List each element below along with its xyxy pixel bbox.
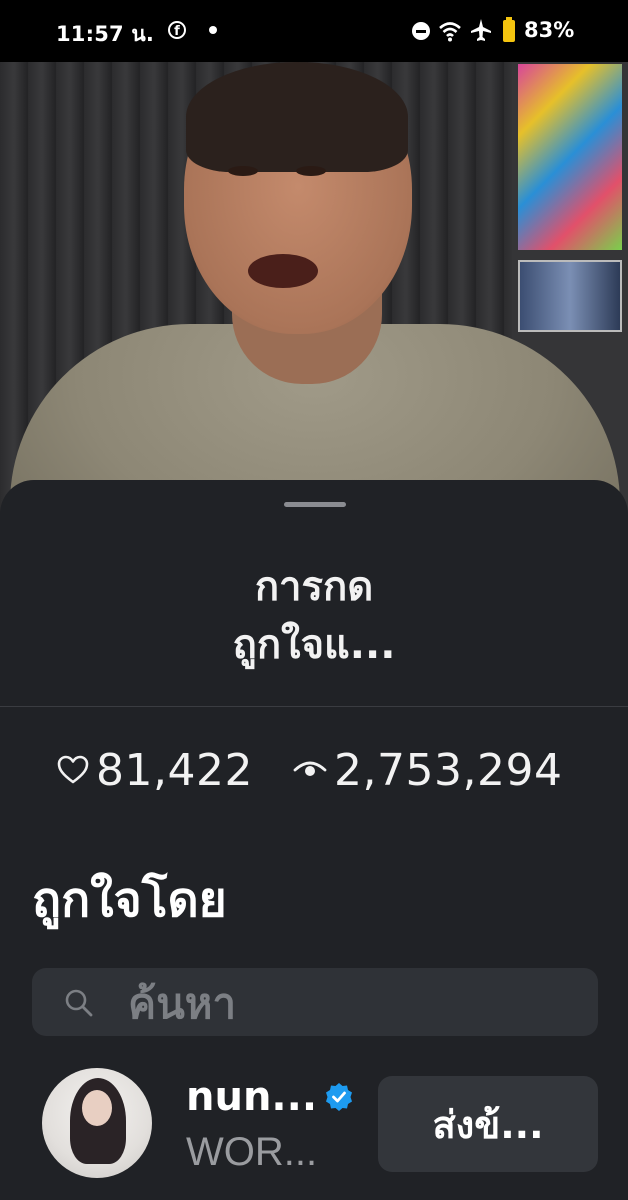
video-background-poster xyxy=(518,64,622,250)
search-input[interactable] xyxy=(126,976,570,1030)
sheet-title-line2: ถูกใจแ... xyxy=(232,622,396,668)
sheet-drag-handle[interactable] xyxy=(284,502,346,507)
do-not-disturb-icon xyxy=(412,22,430,40)
views-stat: 2,753,294 xyxy=(292,742,562,798)
video-person-hair xyxy=(186,62,408,172)
notification-dot-icon xyxy=(209,26,217,34)
likes-bottom-sheet: การกด ถูกใจแ... 81,422 2,753,294 ถูกใจโด… xyxy=(0,480,628,1200)
battery-percentage: 83% xyxy=(524,18,575,42)
video-person-eye xyxy=(228,166,258,176)
likes-count: 81,422 xyxy=(96,744,253,796)
video-person-mouth xyxy=(248,254,318,288)
avatar[interactable] xyxy=(42,1068,152,1178)
status-time: 11:57 น. xyxy=(56,22,155,46)
list-item[interactable]: nun... WOR... ส่งข้... xyxy=(0,1068,628,1200)
avatar-face xyxy=(82,1090,112,1126)
status-bar: 11:57 น. f 83% xyxy=(0,0,628,62)
search-icon xyxy=(65,989,93,1017)
video-person-eye xyxy=(296,166,326,176)
likes-stat: 81,422 xyxy=(56,742,253,798)
views-count: 2,753,294 xyxy=(334,744,563,796)
video-player[interactable] xyxy=(0,62,628,532)
airplane-icon xyxy=(471,19,491,41)
wifi-icon xyxy=(439,22,461,42)
divider xyxy=(0,706,628,707)
search-bar[interactable] xyxy=(32,968,598,1036)
video-background-photo xyxy=(518,260,622,332)
username[interactable]: nun... xyxy=(186,1074,317,1120)
eye-icon xyxy=(293,761,327,776)
heart-icon xyxy=(57,755,89,784)
facebook-icon: f xyxy=(168,21,186,39)
send-message-button[interactable]: ส่งข้... xyxy=(378,1076,598,1172)
liked-by-heading: ถูกใจโดย xyxy=(32,872,227,928)
battery-icon xyxy=(503,17,515,42)
user-subtitle: WOR... xyxy=(186,1130,318,1174)
sheet-title-line1: การกด xyxy=(254,564,374,610)
sheet-title: การกด ถูกใจแ... xyxy=(0,558,628,674)
verified-badge-icon xyxy=(326,1083,352,1111)
